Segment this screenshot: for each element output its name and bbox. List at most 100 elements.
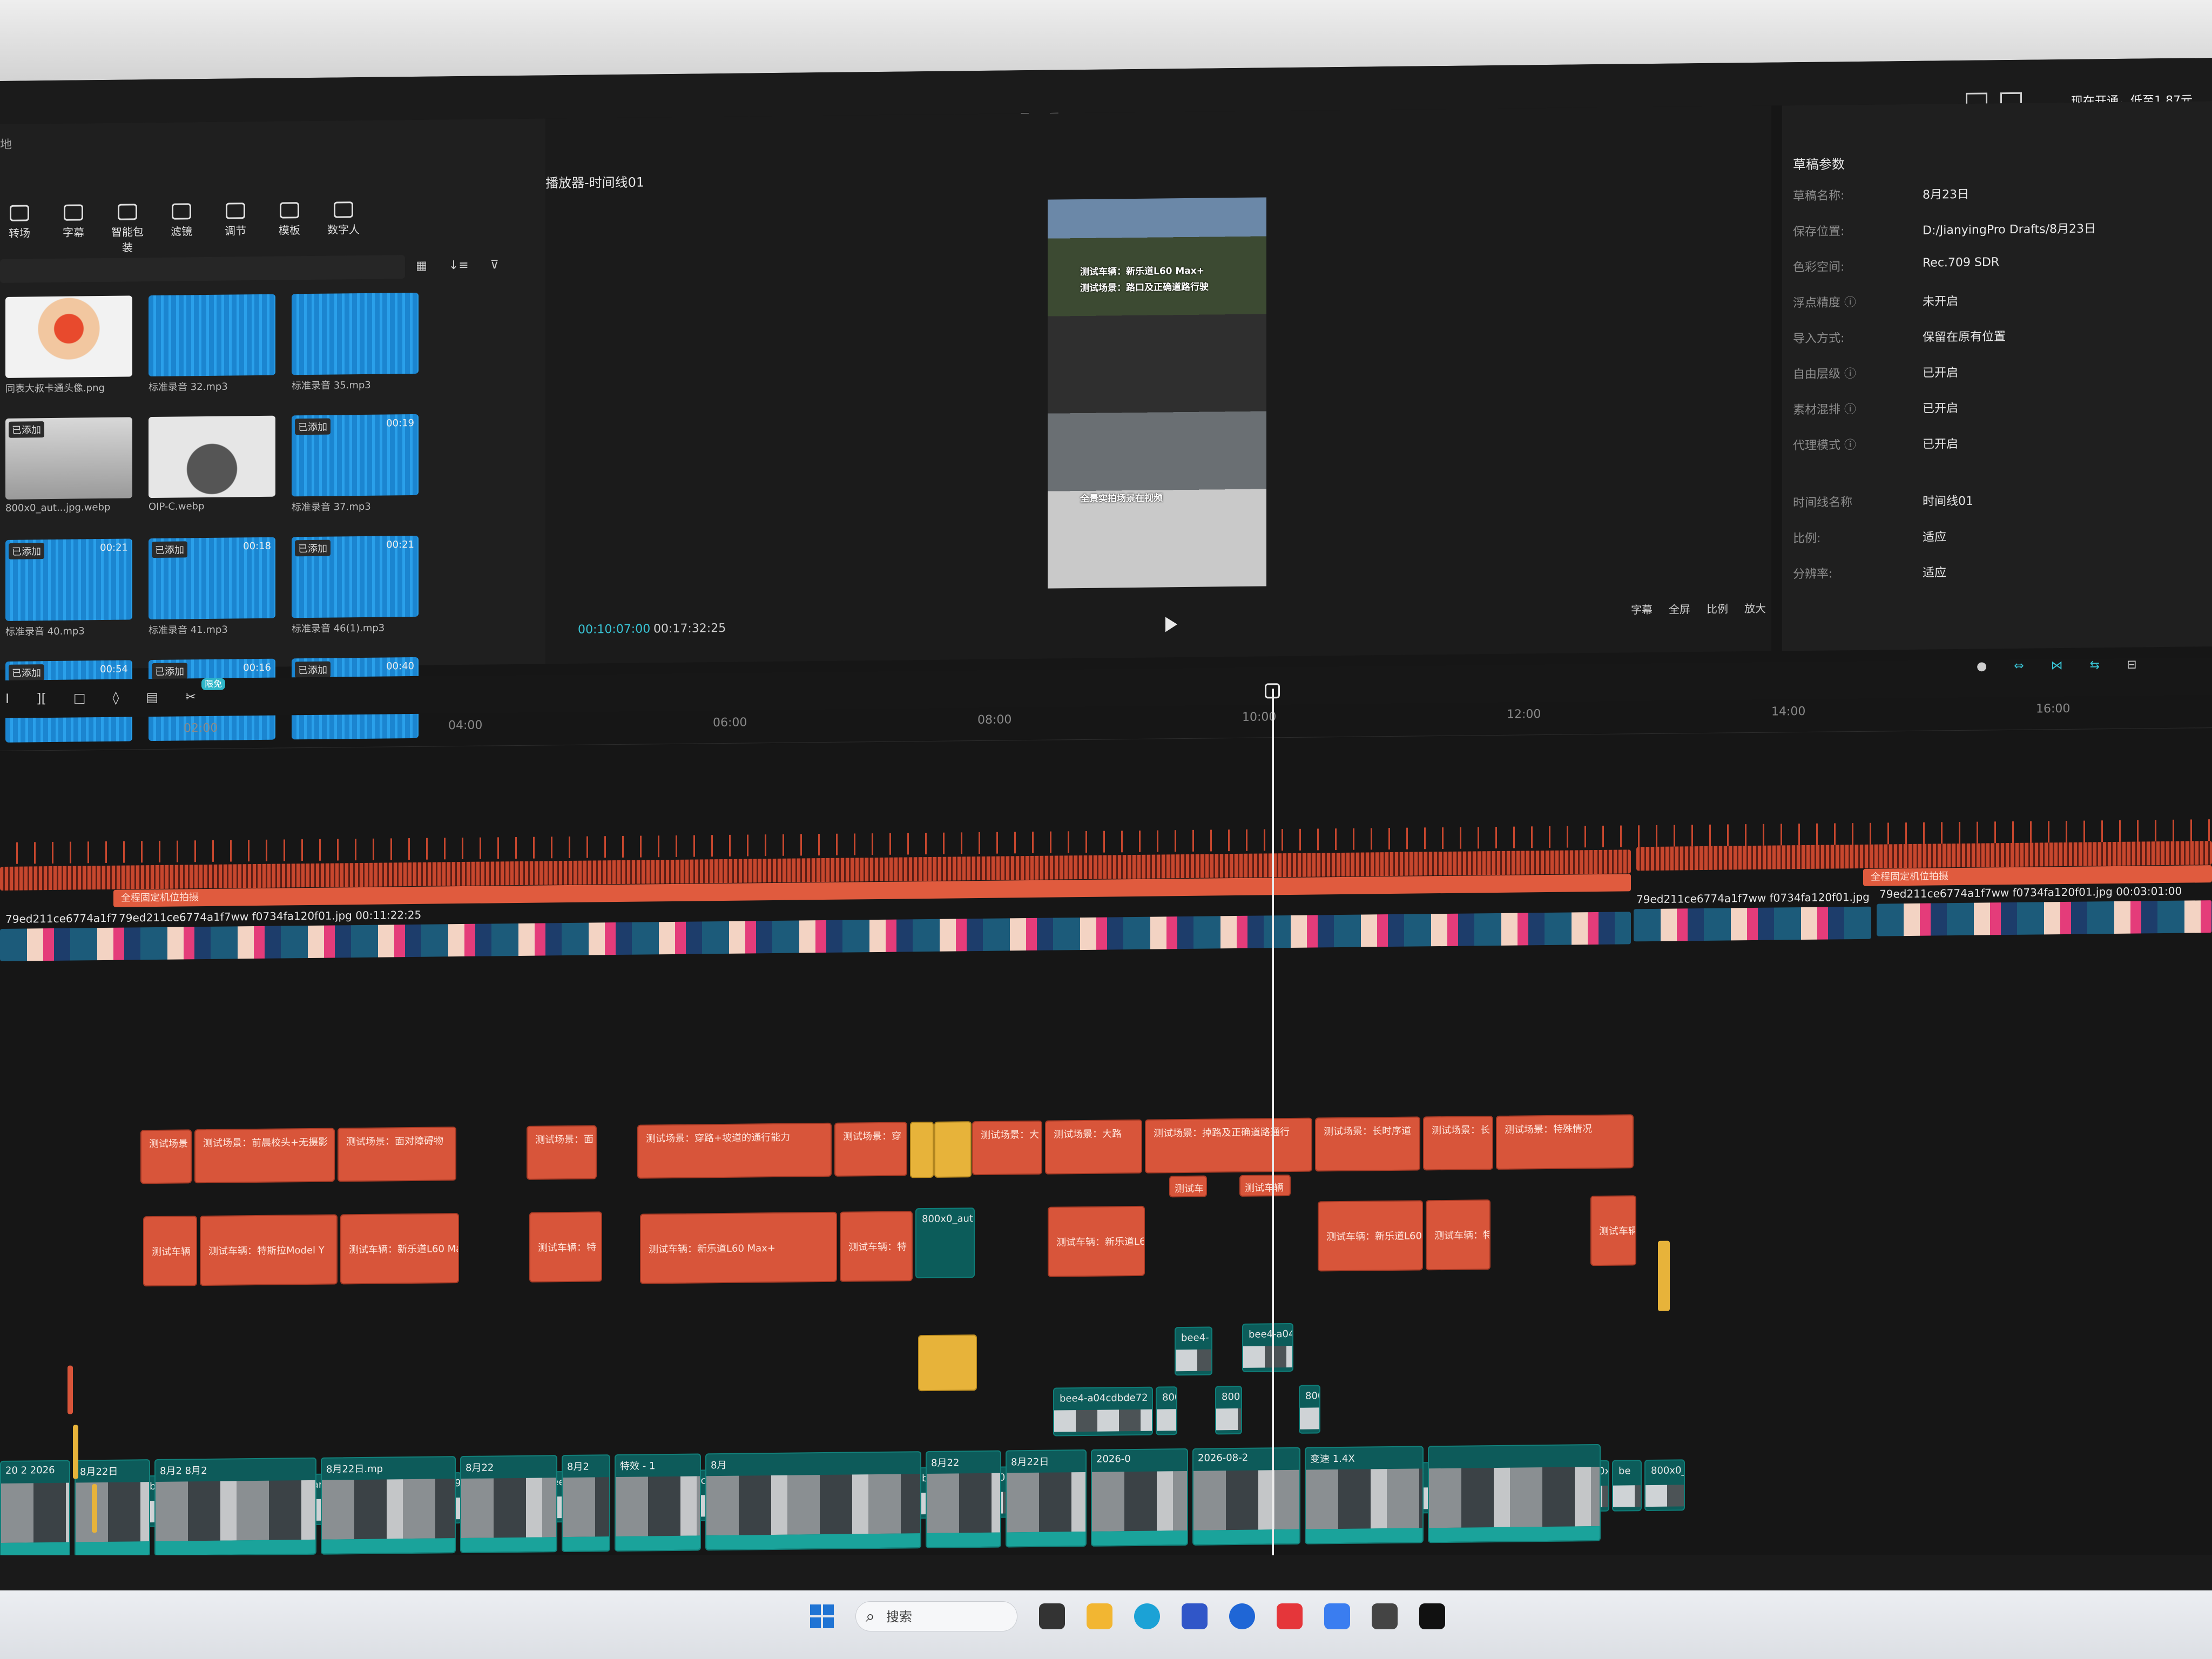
effect-clip[interactable] bbox=[918, 1334, 977, 1392]
media-item[interactable]: 标准录音 35.mp3 bbox=[292, 292, 419, 392]
video-clip[interactable]: 800x0_auto bbox=[915, 1208, 975, 1279]
playhead[interactable] bbox=[1272, 689, 1274, 1586]
text-clip[interactable]: 测试场景：前晨校头+无摄影 bbox=[194, 1128, 335, 1184]
task-view-icon[interactable] bbox=[1039, 1603, 1065, 1629]
main-clip[interactable]: 2026-08-2 bbox=[1192, 1447, 1300, 1546]
video-clip[interactable]: be bbox=[1612, 1460, 1642, 1512]
video-preview[interactable]: 测试车辆：新乐道L60 Max+ 测试场景：路口及正确道路行驶 全景实拍场景在视… bbox=[1048, 197, 1266, 589]
text-clip[interactable]: 测试场景：穿 bbox=[834, 1122, 907, 1177]
ai-cut-icon[interactable]: ✂ bbox=[185, 689, 196, 704]
main-clip[interactable]: 变速 1.4X bbox=[1305, 1446, 1424, 1545]
main-clip[interactable] bbox=[1428, 1444, 1601, 1543]
media-item[interactable]: 已添加 00:21 标准录音 40.mp3 bbox=[5, 538, 132, 638]
taskbar-search[interactable]: 搜索 bbox=[855, 1601, 1017, 1632]
mark-icon[interactable]: ◊ bbox=[113, 690, 119, 705]
text-clip[interactable]: 测试车辆：新乐道L6 bbox=[1048, 1205, 1145, 1277]
sticker-track[interactable] bbox=[1634, 906, 1871, 942]
text-clip[interactable]: 测试场景：掉路及正确道路通行 bbox=[1145, 1117, 1312, 1174]
text-clip[interactable]: 测试场景：面对障碍物 bbox=[338, 1127, 456, 1182]
text-clip[interactable]: 测试场景：长时序道 bbox=[1315, 1116, 1420, 1172]
main-clip[interactable]: 2026-0 bbox=[1091, 1448, 1188, 1547]
select-icon[interactable]: I bbox=[5, 691, 9, 706]
video-clip[interactable]: 800 bbox=[1299, 1385, 1320, 1434]
app-cube-icon[interactable] bbox=[1372, 1603, 1398, 1629]
ratio-button[interactable]: 比例 bbox=[1707, 600, 1728, 616]
main-clip[interactable]: 特效 - 1 bbox=[615, 1453, 701, 1552]
store-icon[interactable] bbox=[1182, 1603, 1208, 1629]
microphone-icon[interactable]: ● bbox=[1977, 659, 1987, 673]
preview-axis-icon[interactable]: ⇆ bbox=[2090, 658, 2100, 672]
main-clip[interactable]: 20 2 2026 bbox=[0, 1460, 70, 1558]
wps-icon[interactable] bbox=[1277, 1603, 1303, 1629]
app-icon[interactable] bbox=[1229, 1603, 1255, 1629]
text-clip[interactable]: 测试车辆 bbox=[1590, 1195, 1636, 1266]
subtitle-recognize-icon[interactable]: ▤ bbox=[146, 690, 158, 705]
text-clip[interactable]: 测试车辆：特 bbox=[529, 1211, 602, 1283]
magnet-icon[interactable]: ⋈ bbox=[2051, 659, 2063, 672]
video-clip[interactable]: 800 bbox=[1156, 1386, 1177, 1435]
main-clip[interactable]: 8月 bbox=[705, 1451, 921, 1551]
split-icon[interactable]: ][ bbox=[36, 691, 46, 706]
text-clip[interactable]: 测试车辆 bbox=[1239, 1174, 1291, 1197]
video-clip[interactable]: bee4- bbox=[1175, 1326, 1212, 1376]
text-clip[interactable]: 测试场景：面 bbox=[527, 1125, 597, 1180]
play-icon[interactable] bbox=[1165, 617, 1177, 632]
main-clip[interactable]: 8月22 bbox=[926, 1450, 1001, 1549]
media-item[interactable]: 已添加 00:18 标准录音 41.mp3 bbox=[149, 537, 275, 636]
sort-icon[interactable]: ↓≡ bbox=[449, 259, 469, 272]
delete-icon[interactable]: □ bbox=[73, 690, 86, 705]
text-clip[interactable]: 测试场景：穿路+坡道的通行能力 bbox=[637, 1122, 832, 1179]
effect-clip[interactable] bbox=[910, 1121, 934, 1178]
main-clip[interactable]: 8月22日 bbox=[75, 1459, 150, 1557]
media-item[interactable]: 已添加 00:19 标准录音 37.mp3 bbox=[292, 414, 419, 513]
tool-smart-pack[interactable]: 智能包装 bbox=[108, 204, 147, 255]
text-clip[interactable]: 测试场景 bbox=[140, 1129, 192, 1184]
text-clip[interactable]: 测试场景：特殊情况 bbox=[1496, 1114, 1634, 1170]
media-item[interactable]: 标准录音 32.mp3 bbox=[149, 294, 275, 393]
text-clip[interactable]: 测试车辆：新乐道L60 bbox=[1318, 1200, 1423, 1272]
main-clip[interactable]: 8月22日 bbox=[1006, 1449, 1087, 1548]
effect-clip[interactable] bbox=[934, 1121, 972, 1178]
text-clip[interactable]: 测试车辆：特 bbox=[840, 1211, 913, 1282]
fullscreen-icon[interactable]: 全屏 bbox=[1669, 601, 1690, 616]
capcut-icon[interactable] bbox=[1419, 1603, 1445, 1629]
video-clip[interactable]: 800x0_ bbox=[1644, 1459, 1685, 1512]
sticker-track[interactable] bbox=[1877, 900, 2212, 936]
tool-adjust[interactable]: 调节 bbox=[216, 203, 255, 254]
link-icon[interactable]: ⇔ bbox=[2014, 659, 2024, 673]
text-clip[interactable]: 测试场景：长 bbox=[1423, 1116, 1493, 1171]
tool-digital-human[interactable]: 数字人 bbox=[324, 201, 363, 253]
text-bar[interactable]: 全程固定机位拍摄 bbox=[1863, 865, 2212, 886]
expand-icon[interactable]: 放大 bbox=[1744, 600, 1766, 616]
video-clip[interactable]: 800 bbox=[1215, 1385, 1242, 1435]
text-clip[interactable]: 测试车辆 bbox=[143, 1216, 197, 1287]
subtitle-toggle-icon[interactable]: 字幕 bbox=[1631, 601, 1653, 617]
text-clip[interactable]: 测试车 bbox=[1169, 1175, 1207, 1198]
video-clip[interactable]: bee4-a04cdbde72 bbox=[1053, 1386, 1153, 1437]
filter-icon[interactable]: ⊽ bbox=[490, 258, 499, 272]
text-clip[interactable]: 测试场景：大路 bbox=[1045, 1119, 1142, 1175]
media-item[interactable]: OIP-C.webp bbox=[149, 415, 275, 512]
view-toggle-icon[interactable]: ▦ bbox=[416, 259, 427, 273]
edge-icon[interactable] bbox=[1134, 1603, 1160, 1629]
text-clip[interactable]: 测试场景：大 bbox=[972, 1120, 1042, 1176]
zoom-icon[interactable]: ⊟ bbox=[2127, 658, 2136, 672]
text-clip[interactable]: 测试车辆：新乐道L60 Max bbox=[340, 1213, 459, 1285]
media-item[interactable]: 同表大叔卡通头像.png bbox=[5, 295, 132, 395]
video-clip[interactable]: bee4-a04 bbox=[1242, 1323, 1293, 1372]
text-clip[interactable]: 测试车辆：特 bbox=[1426, 1199, 1491, 1271]
media-search-input[interactable] bbox=[0, 255, 405, 283]
main-clip[interactable]: 8月22日.mp bbox=[321, 1456, 456, 1555]
main-clip[interactable]: 8月2 bbox=[562, 1454, 610, 1553]
main-clip[interactable]: 8月2 8月2 bbox=[154, 1457, 316, 1557]
feishu-icon[interactable] bbox=[1324, 1603, 1350, 1629]
tool-subtitle[interactable]: 字幕 bbox=[54, 204, 93, 255]
windows-start-icon[interactable] bbox=[810, 1604, 834, 1628]
text-clip[interactable]: 测试车辆：特斯拉Model Y bbox=[200, 1214, 338, 1286]
text-clip[interactable]: 测试车辆：新乐道L60 Max+ bbox=[640, 1211, 837, 1284]
tool-transition[interactable]: 转场 bbox=[0, 205, 39, 256]
media-item[interactable]: 已添加 800x0_aut...jpg.webp bbox=[5, 417, 132, 514]
media-item[interactable]: 已添加 00:21 标准录音 46(1).mp3 bbox=[292, 535, 419, 635]
file-explorer-icon[interactable] bbox=[1087, 1603, 1112, 1629]
tool-template[interactable]: 模板 bbox=[270, 202, 309, 253]
